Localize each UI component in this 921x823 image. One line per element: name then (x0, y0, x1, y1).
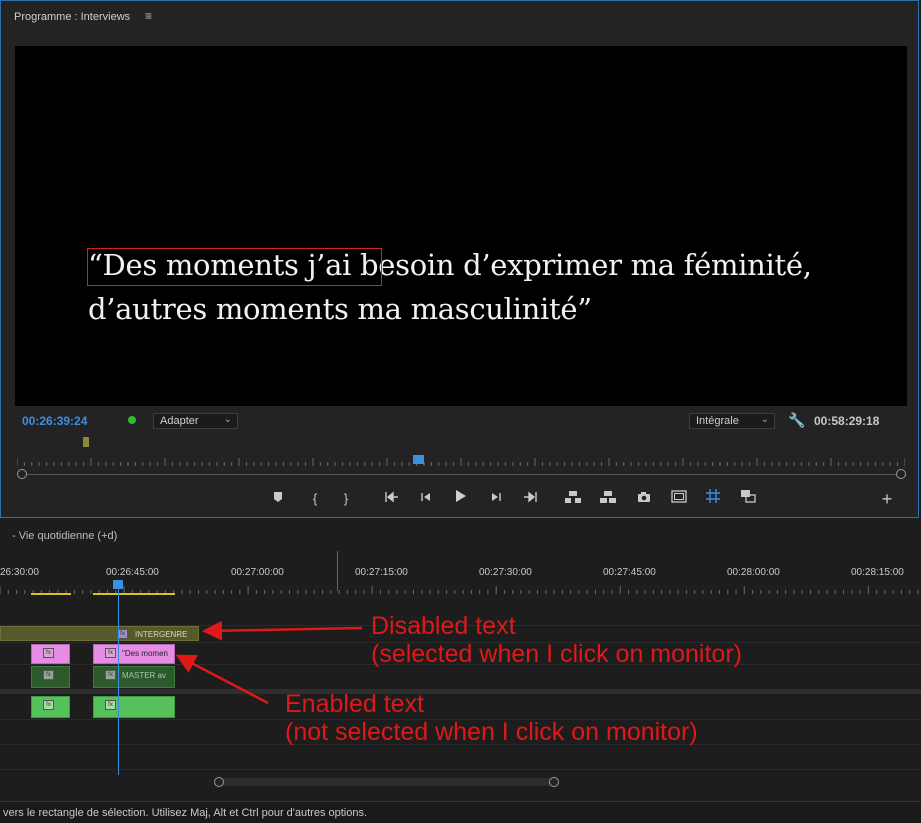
status-bar: vers le rectangle de sélection. Utilisez… (0, 801, 921, 823)
status-text: vers le rectangle de sélection. Utilisez… (3, 807, 368, 819)
annotation-arrow (175, 654, 269, 705)
annotation-enabled-note: (not selected when I click on monitor) (285, 718, 698, 746)
annotation-enabled-title: Enabled text (285, 690, 424, 718)
annotation-arrows (175, 620, 363, 705)
annotation-arrow (202, 620, 363, 641)
annotation-disabled-title: Disabled text (371, 612, 516, 640)
annotation-disabled-note: (selected when I click on monitor) (371, 640, 742, 668)
